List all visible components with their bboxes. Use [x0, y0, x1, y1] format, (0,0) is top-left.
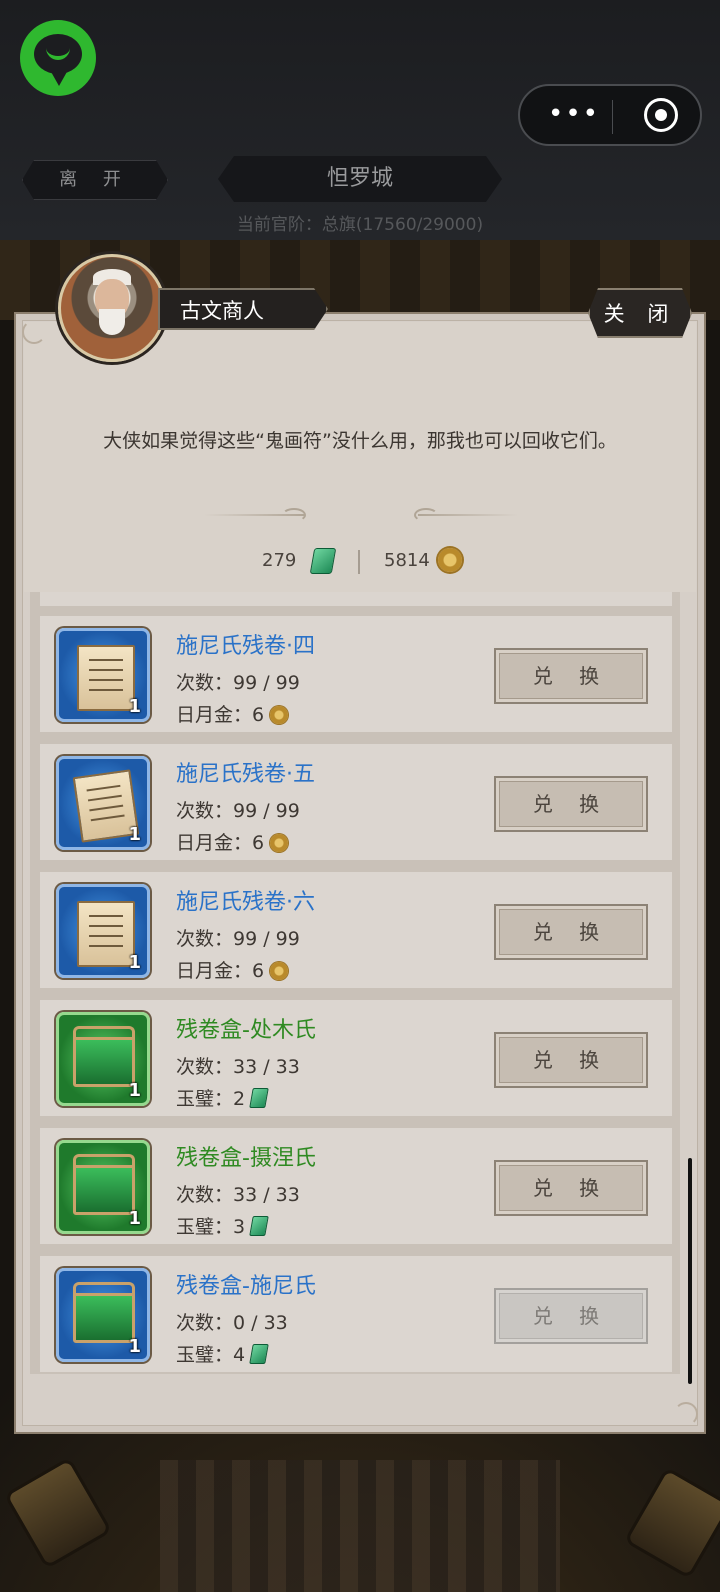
list-item: 1 施尼氏残卷·六 次数：99 / 99 日月金：6 兑 换 — [40, 872, 672, 988]
exchange-count: 次数：99 / 99 — [176, 800, 300, 822]
exchange-count: 次数：33 / 33 — [176, 1056, 300, 1078]
cost-text: 玉璧：3 — [176, 1216, 246, 1238]
cost-text: 玉璧：4 — [176, 1344, 246, 1366]
item-title: 施尼氏残卷·六 — [176, 890, 315, 915]
divider-ornament — [282, 508, 306, 522]
item-cost: 玉璧：3 — [176, 1212, 269, 1239]
exchange-count: 次数：99 / 99 — [176, 672, 300, 694]
chat-bubble-logo-icon — [20, 20, 96, 96]
more-icon[interactable]: ••• — [548, 101, 608, 127]
item-title: 施尼氏残卷·四 — [176, 634, 315, 659]
gold-coin-icon — [270, 706, 289, 724]
gold-coin-icon — [438, 548, 462, 572]
mini-program-top-bar: ••• 离 开 怛罗城 当前官阶：总旗(17560/29000) — [0, 0, 720, 240]
exchange-list[interactable]: 1 施尼氏残卷·四 次数：99 / 99 日月金：6 兑 换 1 施尼氏残卷·五… — [30, 592, 680, 1374]
jade-icon — [309, 548, 337, 574]
item-quantity: 1 — [128, 952, 141, 973]
capsule-divider — [612, 100, 613, 134]
exchange-button-disabled: 兑 换 — [494, 1288, 648, 1344]
exchange-count: 次数：33 / 33 — [176, 1184, 300, 1206]
item-cost: 日月金：6 — [176, 700, 289, 727]
gold-amount: 5814 — [384, 550, 430, 571]
list-item-partial — [40, 592, 672, 606]
item-quantity: 1 — [128, 1336, 141, 1357]
exchange-button[interactable]: 兑 换 — [494, 648, 648, 704]
list-item: 1 施尼氏残卷·五 次数：99 / 99 日月金：6 兑 换 — [40, 744, 672, 860]
item-title: 残卷盒-处木氏 — [176, 1018, 316, 1043]
chest-item-icon[interactable]: 1 — [56, 1268, 150, 1362]
exchange-button[interactable]: 兑 换 — [494, 1032, 648, 1088]
item-title: 施尼氏残卷·五 — [176, 762, 315, 787]
background-building — [160, 1460, 560, 1592]
item-cost: 日月金：6 — [176, 828, 289, 855]
close-button[interactable]: 关 闭 — [588, 288, 692, 338]
item-cost: 玉璧：2 — [176, 1084, 269, 1111]
exchange-count: 次数：99 / 99 — [176, 928, 300, 950]
item-title: 残卷盒-摄涅氏 — [176, 1146, 316, 1171]
item-quantity: 1 — [128, 1208, 141, 1229]
currency-bar: 279 5814 — [0, 546, 720, 578]
scroll-item-icon[interactable]: 1 — [56, 884, 150, 978]
jade-amount: 279 — [262, 550, 297, 571]
cost-text: 日月金：6 — [176, 704, 265, 726]
divider-right — [418, 514, 518, 516]
item-cost: 日月金：6 — [176, 956, 289, 983]
close-mini-program-icon[interactable] — [644, 98, 678, 132]
jade-icon — [249, 1216, 269, 1236]
mini-program-capsule: ••• — [518, 84, 702, 146]
exchange-count: 次数：0 / 33 — [176, 1312, 288, 1334]
gold-coin-icon — [270, 962, 289, 980]
item-quantity: 1 — [128, 824, 141, 845]
city-title: 怛罗城 — [218, 156, 502, 202]
cost-text: 日月金：6 — [176, 960, 265, 982]
merchant-avatar — [58, 254, 166, 362]
list-item: 1 残卷盒-施尼氏 次数：0 / 33 玉璧：4 兑 换 — [40, 1256, 672, 1372]
scroll-item-icon[interactable]: 1 — [56, 628, 150, 722]
exchange-button[interactable]: 兑 换 — [494, 904, 648, 960]
list-item: 1 残卷盒-摄涅氏 次数：33 / 33 玉璧：3 兑 换 — [40, 1128, 672, 1244]
chest-item-icon[interactable]: 1 — [56, 1140, 150, 1234]
scroll-item-icon[interactable]: 1 — [56, 756, 150, 850]
list-item: 1 施尼氏残卷·四 次数：99 / 99 日月金：6 兑 换 — [40, 616, 672, 732]
jade-icon — [249, 1088, 269, 1108]
jade-icon — [249, 1344, 269, 1364]
currency-divider — [358, 550, 360, 574]
corner-ornament — [674, 1402, 698, 1426]
item-quantity: 1 — [128, 1080, 141, 1101]
list-item: 1 残卷盒-处木氏 次数：33 / 33 玉璧：2 兑 换 — [40, 1000, 672, 1116]
list-scrollbar[interactable] — [688, 1158, 692, 1384]
chest-item-icon[interactable]: 1 — [56, 1012, 150, 1106]
corner-ornament — [22, 320, 46, 344]
leave-button[interactable]: 离 开 — [22, 160, 168, 200]
gold-coin-icon — [270, 834, 289, 852]
merchant-dialog: 大侠如果觉得这些“鬼画符”没什么用，那我也可以回收它们。 — [103, 430, 617, 452]
merchant-name-tag: 古文商人 — [158, 288, 328, 330]
rank-text: 当前官阶：总旗(17560/29000) — [236, 215, 484, 235]
item-quantity: 1 — [128, 696, 141, 717]
item-cost: 玉璧：4 — [176, 1340, 269, 1367]
exchange-button[interactable]: 兑 换 — [494, 776, 648, 832]
item-title: 残卷盒-施尼氏 — [176, 1274, 316, 1299]
exchange-button[interactable]: 兑 换 — [494, 1160, 648, 1216]
cost-text: 日月金：6 — [176, 832, 265, 854]
cost-text: 玉璧：2 — [176, 1088, 246, 1110]
